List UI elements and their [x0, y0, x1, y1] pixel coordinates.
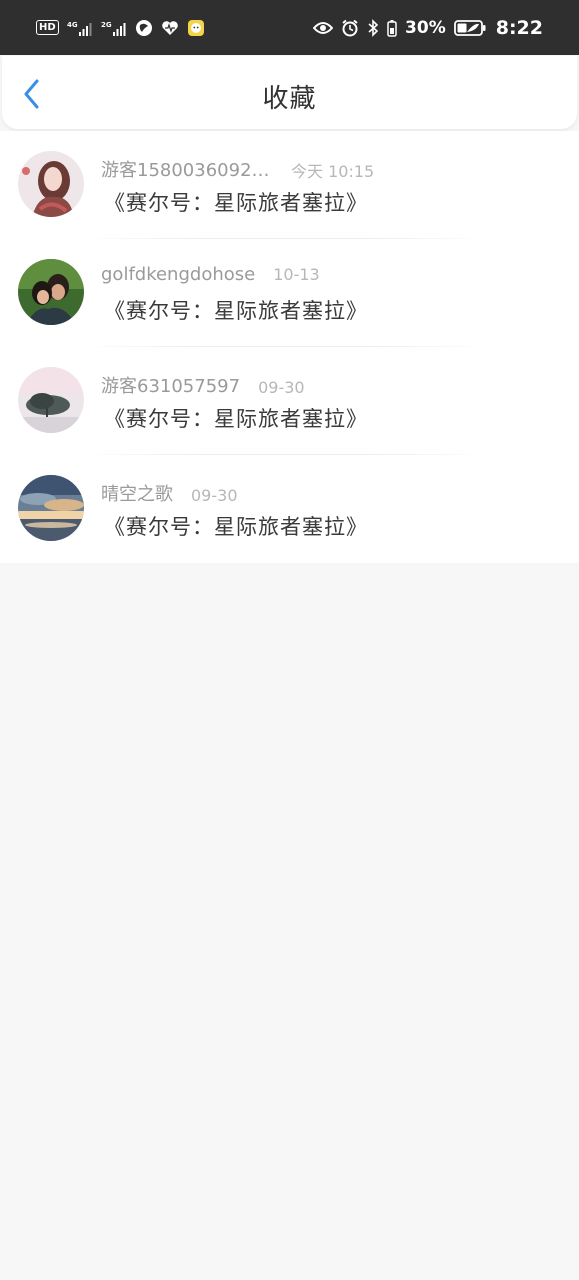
avatar[interactable] [18, 259, 84, 325]
svg-text:4G: 4G [67, 21, 78, 29]
status-bar: HD 4G 2G 30% 8:22 [0, 0, 579, 55]
app-icon [135, 19, 153, 37]
heart-icon [161, 20, 179, 36]
meta-line: 游客631057597 09-30 [101, 372, 305, 398]
item-title[interactable]: 《赛尔号：星际旅者塞拉》 [104, 403, 368, 433]
hd-icon: HD [36, 20, 59, 35]
alarm-icon [341, 19, 359, 37]
2g-signal-icon: 2G [101, 19, 127, 37]
list-item[interactable]: 游客631057597 09-30 《赛尔号：星际旅者塞拉》 [0, 347, 579, 455]
list-item[interactable]: 晴空之歌 09-30 《赛尔号：星际旅者塞拉》 [0, 455, 579, 563]
battery-icon [453, 19, 486, 37]
battery-percent: 30% [405, 17, 446, 38]
header: 收藏 [2, 56, 577, 129]
username: 晴空之歌 [101, 484, 173, 505]
username: 游客15800360922... [101, 160, 273, 181]
timestamp: 10-13 [273, 265, 320, 284]
bluetooth-icon [367, 18, 379, 37]
item-title[interactable]: 《赛尔号：星际旅者塞拉》 [104, 187, 368, 217]
list-item[interactable]: 游客15800360922... 今天 10:15 《赛尔号：星际旅者塞拉》 [0, 131, 579, 239]
page-title: 收藏 [262, 84, 317, 114]
chat-icon [187, 19, 205, 37]
timestamp: 今天 10:15 [291, 162, 375, 181]
timestamp: 09-30 [191, 486, 238, 505]
avatar[interactable] [18, 367, 84, 433]
item-title[interactable]: 《赛尔号：星际旅者塞拉》 [104, 295, 368, 325]
status-bar-right: 30% 8:22 [313, 17, 543, 39]
username: golfdkengdohose [101, 264, 256, 285]
timestamp: 09-30 [258, 378, 305, 397]
meta-line: golfdkengdohose 10-13 [101, 264, 320, 285]
item-title[interactable]: 《赛尔号：星际旅者塞拉》 [104, 511, 368, 541]
status-bar-left: HD 4G 2G [36, 19, 205, 37]
meta-line: 游客15800360922... 今天 10:15 [101, 156, 374, 182]
avatar[interactable] [18, 151, 84, 217]
username: 游客631057597 [101, 376, 241, 397]
4g-signal-icon: 4G [67, 19, 93, 37]
clock: 8:22 [495, 16, 543, 39]
svg-text:2G: 2G [101, 21, 112, 29]
favorites-list: 游客15800360922... 今天 10:15 《赛尔号：星际旅者塞拉》 go… [0, 131, 579, 563]
eye-icon [313, 21, 334, 35]
battery-saver-icon [387, 19, 397, 37]
list-item[interactable]: golfdkengdohose 10-13 《赛尔号：星际旅者塞拉》 [0, 239, 579, 347]
meta-line: 晴空之歌 09-30 [101, 480, 238, 506]
avatar[interactable] [18, 475, 84, 541]
